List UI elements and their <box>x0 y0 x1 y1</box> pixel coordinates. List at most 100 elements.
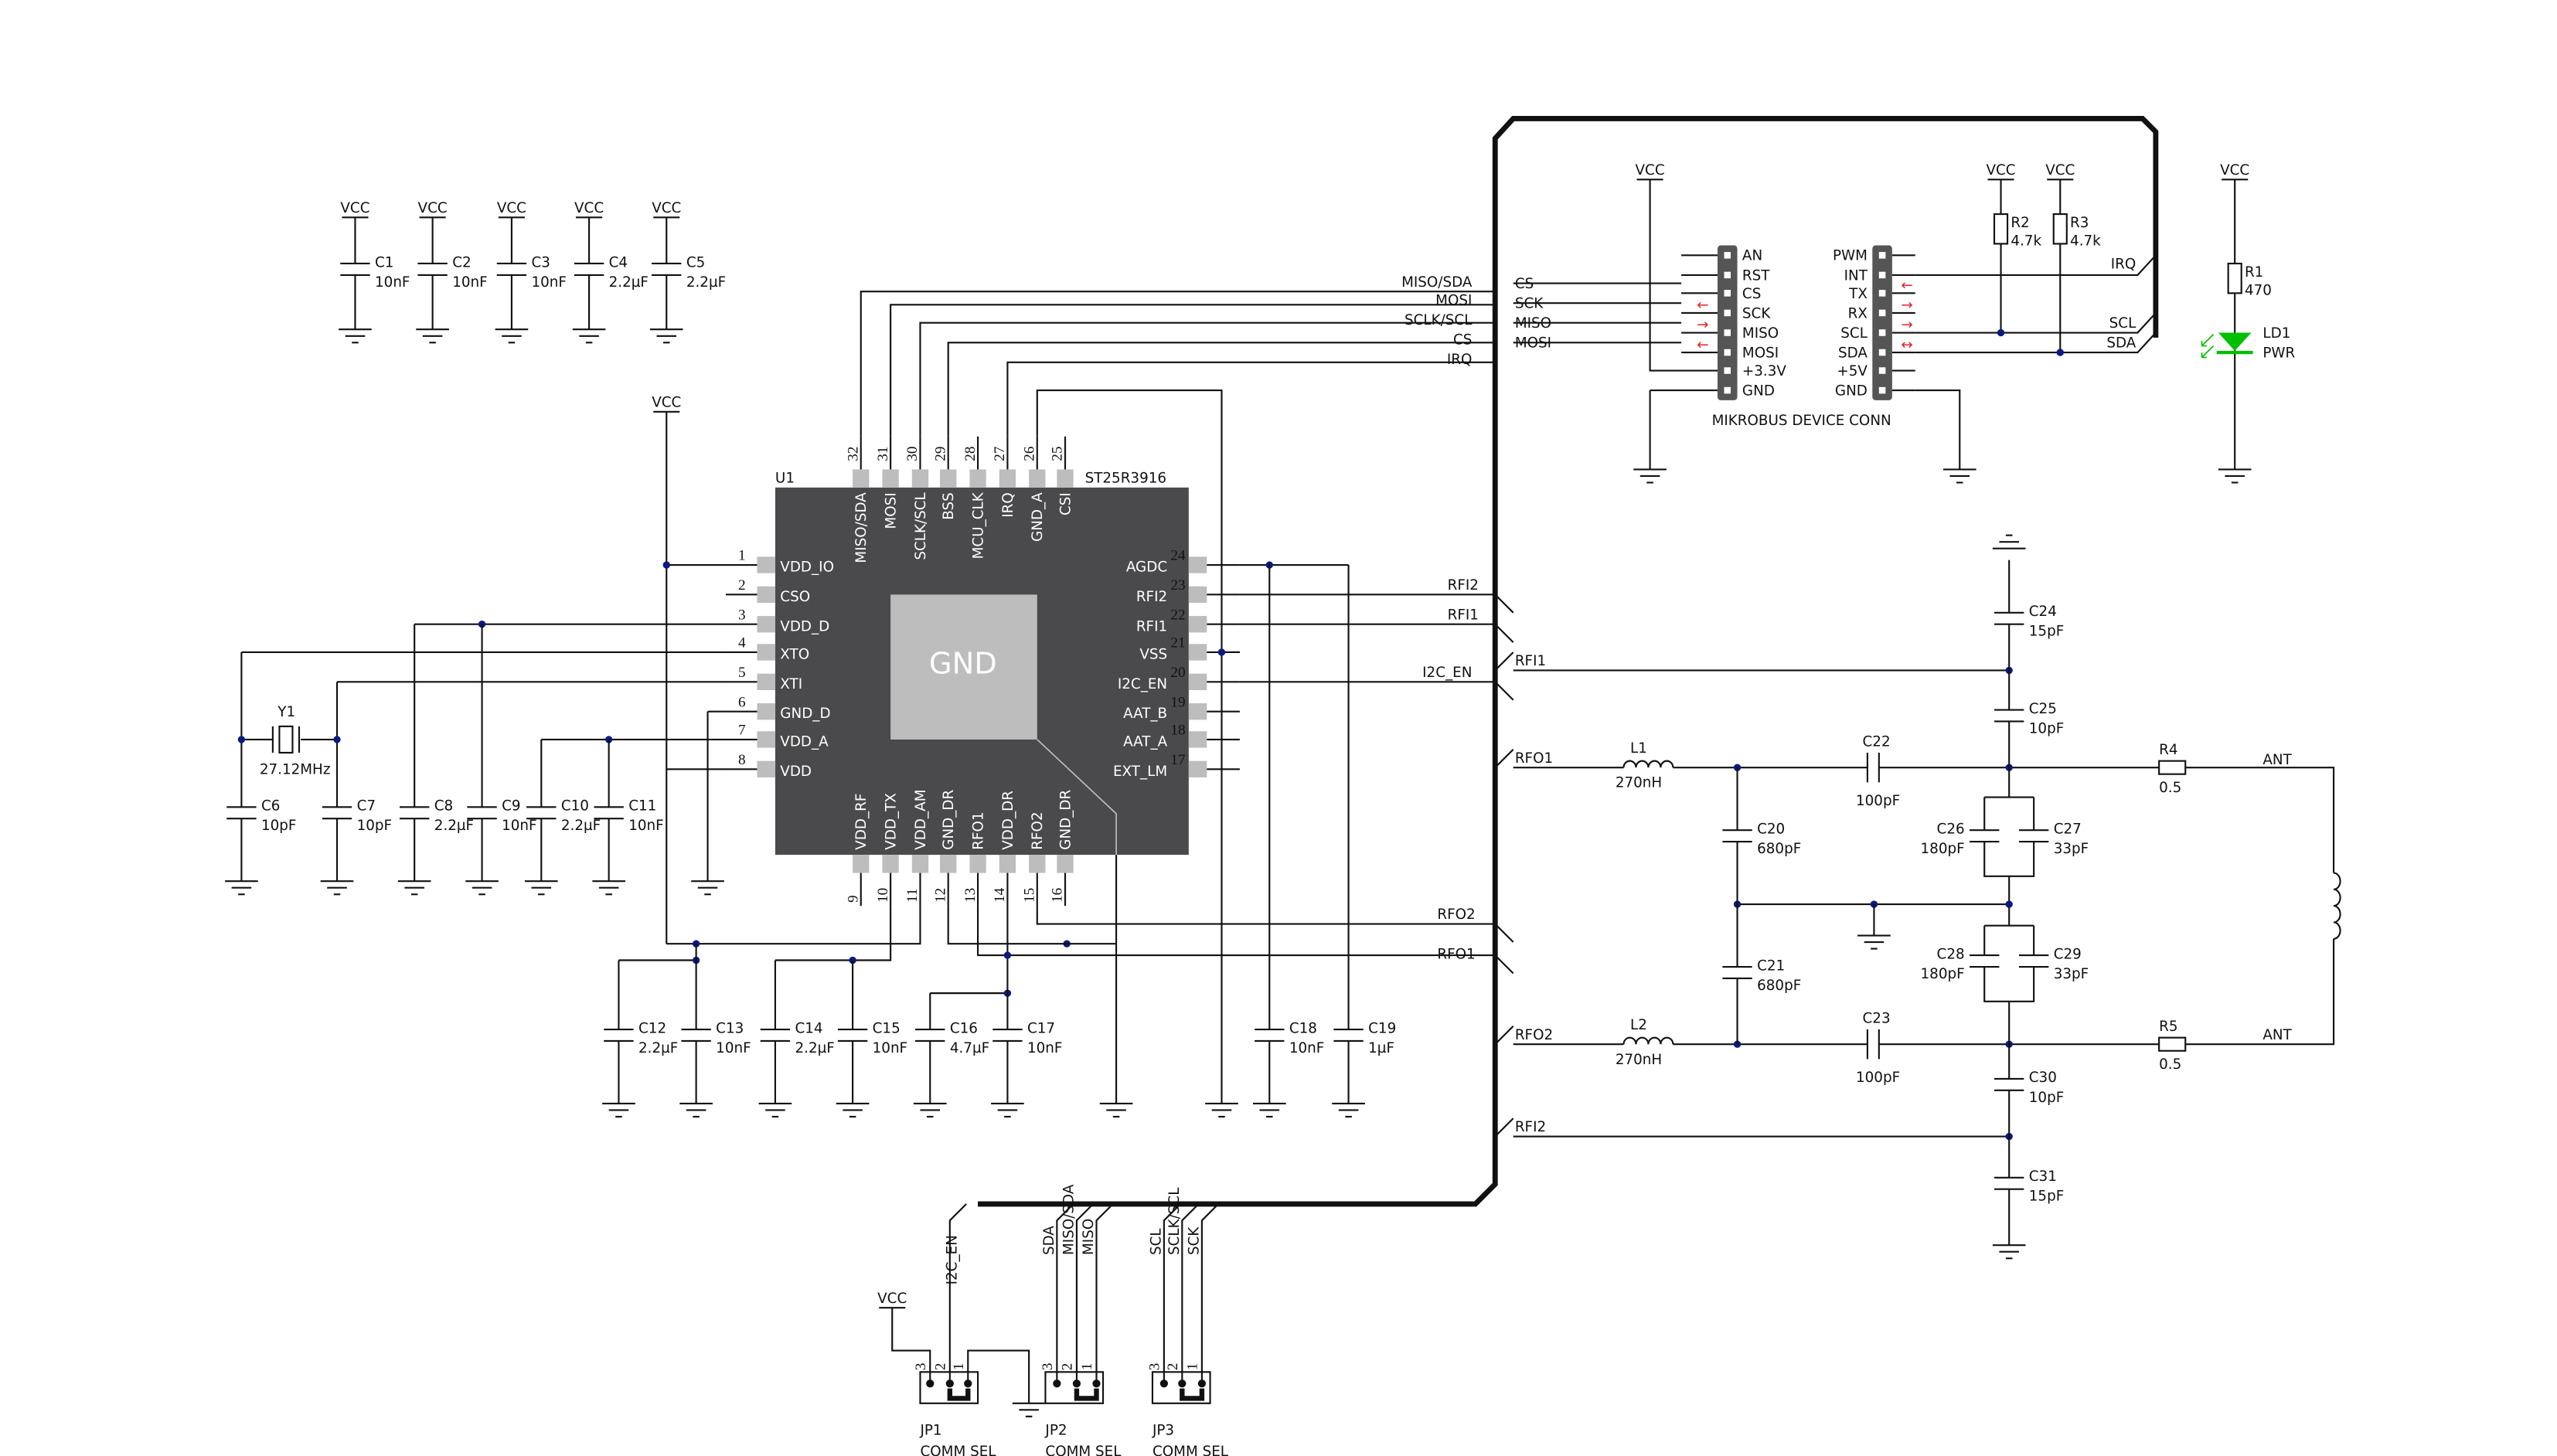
capacitor-value: 10pF <box>261 818 296 834</box>
wire <box>1095 1203 1114 1384</box>
capacitor-value: 10nF <box>873 1040 907 1056</box>
ic-pin <box>1057 855 1074 873</box>
pin-name: GND_DR <box>941 789 957 849</box>
junction-dot <box>1217 648 1226 656</box>
wire <box>919 321 1496 437</box>
pin-number: 16 <box>1050 887 1066 903</box>
jumper-pin-number: 1 <box>1185 1363 1201 1371</box>
pin-name: BSS <box>941 492 957 520</box>
capacitor-value: 33pF <box>2054 966 2089 982</box>
capacitor-c6 <box>226 806 257 820</box>
capacitor-value: 10nF <box>628 818 663 834</box>
header-pin-label: TX <box>1848 286 1868 302</box>
jumper-pin-number: 3 <box>1146 1363 1163 1371</box>
pin-name: VSS <box>1139 646 1167 662</box>
pin-number: 3 <box>738 607 746 623</box>
pin-number: 10 <box>875 888 891 903</box>
pin-number: 12 <box>932 888 948 903</box>
net-label: RFI1 <box>1448 607 1479 623</box>
inductor-value: 270nH <box>1616 775 1662 791</box>
net-label: MISO/SDA <box>1061 1184 1078 1255</box>
inductor-ref: L2 <box>1630 1017 1647 1033</box>
pin-name: XTI <box>780 676 802 692</box>
header-left <box>1717 245 1738 400</box>
pin-name: GND_DR <box>1057 789 1074 849</box>
header-pin-label: SCK <box>1742 305 1771 321</box>
wire <box>2185 767 2335 873</box>
vcc-label: VCC <box>340 200 369 216</box>
direction-arrow: → <box>1697 317 1708 333</box>
capacitor-c30 <box>1994 1077 2024 1091</box>
capacitor-c16 <box>915 1028 945 1042</box>
pin-name: CSO <box>780 589 810 605</box>
resistor-value: 4.7k <box>2011 233 2041 250</box>
inductor-value: 270nH <box>1616 1052 1662 1068</box>
capacitor-ref: C30 <box>2029 1070 2057 1086</box>
jumper-pin-number: 2 <box>1060 1363 1076 1371</box>
net-label: I2C_EN <box>944 1235 960 1284</box>
pin-name: RFI2 <box>1136 589 1167 605</box>
capacitor-value: 100pF <box>1856 793 1900 809</box>
pin-name: VDD_RF <box>853 794 870 850</box>
pin-name: MISO/SDA <box>853 492 870 563</box>
capacitor-c21 <box>1722 965 1752 980</box>
header-title: MIKROBUS DEVICE CONN <box>1712 413 1891 429</box>
capacitor-c26 <box>1970 829 2000 843</box>
jumper-pin-number: 1 <box>1079 1363 1095 1371</box>
pin-number: 19 <box>1170 694 1185 710</box>
header-pin-label: AN <box>1742 248 1762 264</box>
pin-number: 11 <box>904 888 921 902</box>
capacitor-c19 <box>1333 1028 1364 1042</box>
pin-name: VDD_TX <box>883 793 899 850</box>
resistor-ref: R4 <box>2159 742 2177 758</box>
capacitor-value: 2.2µF <box>638 1040 678 1056</box>
capacitor-ref: C24 <box>2029 604 2057 620</box>
jumper-pin-number: 2 <box>1165 1363 1181 1371</box>
jumper-pin-number: 2 <box>932 1363 948 1371</box>
capacitor-value: 100pF <box>1856 1070 1900 1086</box>
capacitor-value: 180pF <box>1921 841 1965 857</box>
capacitor-c8 <box>399 806 430 820</box>
header-pin-label: MOSI <box>1742 345 1779 361</box>
pin-name: MOSI <box>883 492 899 529</box>
pin-name: AGDC <box>1126 560 1167 576</box>
direction-arrow: ← <box>1901 277 1912 294</box>
net-label: SCLK/SCL <box>1404 312 1473 328</box>
resistor-value: 0.5 <box>2159 780 2181 796</box>
resistor-r1 <box>2227 262 2242 294</box>
capacitor-c14 <box>760 1028 791 1042</box>
capacitor-c29 <box>2018 954 2049 968</box>
net-label: IRQ <box>1447 352 1473 368</box>
capacitor-value: 10pF <box>2029 1090 2064 1106</box>
pin-name: MCU_CLK <box>970 492 986 559</box>
junction-dot <box>237 736 246 743</box>
ic-pin <box>1057 469 1074 488</box>
ic-pin <box>999 469 1016 488</box>
capacitor-ref: C18 <box>1289 1020 1317 1036</box>
capacitor-value: 4.7µF <box>950 1040 989 1056</box>
pin-number: 13 <box>962 888 979 903</box>
capacitor-ref: C13 <box>716 1020 744 1036</box>
capacitor-value: 10nF <box>452 274 487 291</box>
pin-name: I2C_EN <box>1118 676 1167 692</box>
capacitor-ref: C9 <box>502 798 520 815</box>
pin-number: 14 <box>992 887 1008 903</box>
capacitor-ref: C3 <box>531 254 550 270</box>
net-label: MISO/SDA <box>1401 274 1473 291</box>
jumper-value: COMM SEL <box>1045 1444 1122 1456</box>
led-light-icon <box>2201 334 2215 359</box>
capacitor-ref: C20 <box>1757 821 1785 837</box>
ic-pin <box>757 616 775 633</box>
inductor-l1 <box>1622 760 1674 768</box>
wire <box>1983 967 2035 1002</box>
resistor-ref: R3 <box>2070 215 2089 231</box>
header-pin <box>1724 329 1731 336</box>
header-pin-label: SCL <box>1840 325 1868 342</box>
wire <box>1494 748 1514 768</box>
header-pin <box>1878 309 1886 317</box>
junction-dot <box>1997 328 2005 337</box>
capacitor-ref: C12 <box>638 1020 666 1036</box>
ic-pin <box>1029 469 1046 488</box>
wire <box>1036 906 1496 925</box>
resistor-ref: R1 <box>2245 264 2263 281</box>
